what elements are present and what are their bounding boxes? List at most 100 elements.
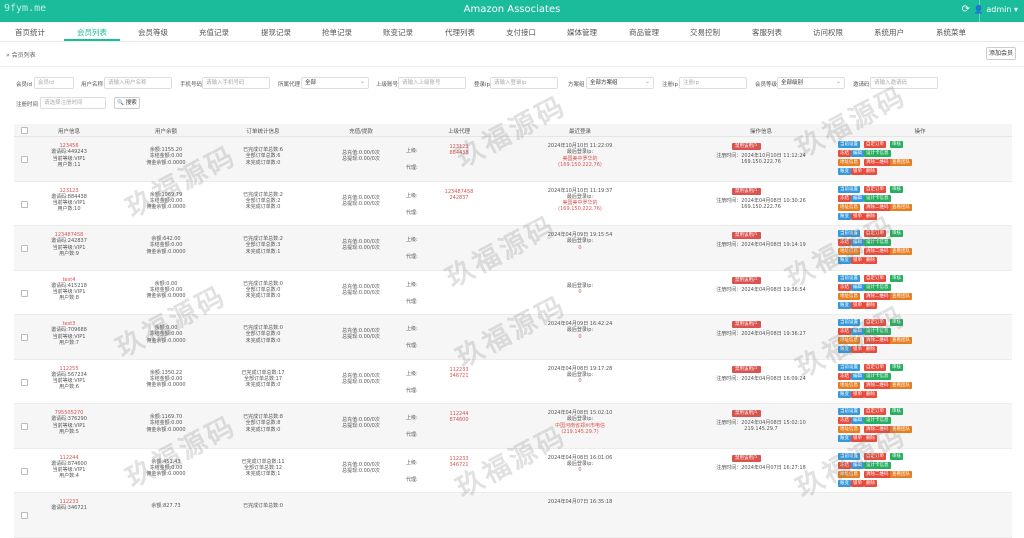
nav-tab-11[interactable]: 交易控制 xyxy=(690,27,720,38)
action-button[interactable]: 当前设置 xyxy=(838,141,860,148)
action-button[interactable]: 账变 xyxy=(838,212,851,220)
action-button[interactable]: 当前设置 xyxy=(838,230,860,237)
action-button[interactable]: 账变 xyxy=(838,390,851,398)
action-button[interactable]: 锁单 xyxy=(851,346,864,353)
action-button[interactable]: 冻结 xyxy=(838,372,851,380)
action-button[interactable]: 设计卡信息 xyxy=(864,194,891,202)
action-button[interactable]: 自定订单 xyxy=(864,452,886,460)
disable-user-button[interactable]: 禁用该用户 xyxy=(732,187,761,195)
action-button[interactable]: 设计卡信息 xyxy=(864,150,891,157)
action-button[interactable]: 删除 xyxy=(864,257,877,264)
action-button[interactable]: 冻结 xyxy=(838,150,851,157)
action-button[interactable]: 查看团队 xyxy=(890,159,912,166)
action-button[interactable]: 审核 xyxy=(890,408,903,415)
action-button[interactable]: 地址信息 xyxy=(838,292,860,300)
username-input[interactable]: 请输入用户名称 xyxy=(104,77,172,89)
action-button[interactable]: 账变 xyxy=(838,346,851,353)
action-button[interactable]: 清除二维码 xyxy=(864,470,891,478)
action-button[interactable]: 当前设置 xyxy=(838,319,860,326)
account-id-input[interactable]: 会员id xyxy=(34,77,74,89)
action-button[interactable]: 自定订单 xyxy=(864,274,886,282)
row-checkbox[interactable] xyxy=(21,245,28,252)
action-button[interactable]: 删除 xyxy=(864,479,877,487)
action-button[interactable]: 查看团队 xyxy=(890,292,912,300)
disable-user-button[interactable]: 禁用该用户 xyxy=(732,232,761,239)
action-button[interactable]: 审核 xyxy=(890,230,903,237)
user-menu[interactable]: 👤 admin ▾ xyxy=(974,5,1018,14)
action-button[interactable]: 自定订单 xyxy=(864,408,886,415)
action-button[interactable]: 自定订单 xyxy=(864,141,886,148)
action-button[interactable]: 查看团队 xyxy=(890,426,912,433)
action-button[interactable]: 账变 xyxy=(838,435,851,442)
nav-tab-13[interactable]: 访问权限 xyxy=(813,27,843,38)
action-button[interactable]: 账变 xyxy=(838,168,851,175)
action-button[interactable]: 编辑 xyxy=(851,417,864,424)
action-button[interactable]: 审核 xyxy=(890,274,903,282)
action-button[interactable]: 删除 xyxy=(864,301,877,309)
action-button[interactable]: 设计卡信息 xyxy=(864,328,891,335)
invite-code-input[interactable]: 请输入邀请码 xyxy=(870,77,938,89)
action-button[interactable]: 锁单 xyxy=(851,257,864,264)
action-button[interactable]: 地址信息 xyxy=(838,381,860,389)
nav-tab-1[interactable]: 会员列表 xyxy=(77,27,107,38)
action-button[interactable]: 删除 xyxy=(864,390,877,398)
member-level-select[interactable]: 全部级别 xyxy=(777,77,845,89)
action-button[interactable]: 编辑 xyxy=(851,328,864,335)
nav-tab-10[interactable]: 商品管理 xyxy=(629,27,659,38)
nav-tab-0[interactable]: 首页统计 xyxy=(15,27,45,38)
row-checkbox[interactable] xyxy=(21,289,28,297)
action-button[interactable]: 当前设置 xyxy=(838,408,860,415)
nav-tab-6[interactable]: 账变记录 xyxy=(383,27,413,38)
nav-tab-7[interactable]: 代理列表 xyxy=(445,27,475,38)
action-button[interactable]: 设计卡信息 xyxy=(864,461,891,469)
nav-tab-9[interactable]: 媒体管理 xyxy=(567,27,597,38)
disable-user-button[interactable]: 禁用该用户 xyxy=(732,276,761,284)
action-button[interactable]: 账变 xyxy=(838,301,851,309)
phone-input[interactable]: 请输入手机号码 xyxy=(202,77,270,89)
nav-tab-15[interactable]: 系统菜单 xyxy=(936,27,966,38)
action-button[interactable]: 清除二维码 xyxy=(864,159,891,166)
disable-user-button[interactable]: 禁用该用户 xyxy=(732,143,761,150)
superior-input[interactable]: 请输入上级账号 xyxy=(398,77,466,89)
disable-user-button[interactable]: 禁用该用户 xyxy=(732,321,761,328)
action-button[interactable]: 地址信息 xyxy=(838,159,860,166)
action-button[interactable]: 锁单 xyxy=(851,479,864,487)
row-checkbox[interactable] xyxy=(21,467,28,475)
row-checkbox[interactable] xyxy=(21,156,28,163)
action-button[interactable]: 自定订单 xyxy=(864,230,886,237)
nav-tab-14[interactable]: 系统用户 xyxy=(874,27,904,38)
nav-tab-2[interactable]: 会员等级 xyxy=(138,27,168,38)
register-ip-input[interactable]: 注册ip xyxy=(679,77,747,89)
action-button[interactable]: 当前设置 xyxy=(838,363,860,371)
action-button[interactable]: 当前设置 xyxy=(838,185,860,193)
row-checkbox[interactable] xyxy=(21,334,28,341)
action-button[interactable]: 清除二维码 xyxy=(864,426,891,433)
action-button[interactable]: 查看团队 xyxy=(890,470,912,478)
disable-user-button[interactable]: 禁用该用户 xyxy=(732,454,761,462)
agent-select[interactable]: 全部 xyxy=(301,77,369,89)
action-button[interactable]: 删除 xyxy=(864,346,877,353)
row-checkbox[interactable] xyxy=(21,378,28,386)
action-button[interactable]: 设计卡信息 xyxy=(864,239,891,246)
action-button[interactable]: 自定订单 xyxy=(864,319,886,326)
nav-tab-5[interactable]: 抢单记录 xyxy=(322,27,352,38)
action-button[interactable]: 冻结 xyxy=(838,194,851,202)
action-button[interactable]: 地址信息 xyxy=(838,203,860,211)
action-button[interactable]: 查看团队 xyxy=(890,203,912,211)
row-checkbox[interactable] xyxy=(21,423,28,430)
action-button[interactable]: 编辑 xyxy=(851,461,864,469)
add-member-button[interactable]: 添加会员 xyxy=(986,47,1016,60)
search-button[interactable]: 🔍 搜索 xyxy=(114,97,140,109)
action-button[interactable]: 设计卡信息 xyxy=(864,372,891,380)
action-button[interactable]: 当前设置 xyxy=(838,274,860,282)
action-button[interactable]: 审核 xyxy=(890,185,903,193)
action-button[interactable]: 审核 xyxy=(890,319,903,326)
action-button[interactable]: 锁单 xyxy=(851,168,864,175)
action-button[interactable]: 地址信息 xyxy=(838,248,860,255)
action-button[interactable]: 审核 xyxy=(890,141,903,148)
refresh-icon[interactable]: ⟳ xyxy=(962,4,970,15)
action-button[interactable]: 锁单 xyxy=(851,390,864,398)
action-button[interactable]: 编辑 xyxy=(851,239,864,246)
action-button[interactable]: 编辑 xyxy=(851,283,864,291)
action-button[interactable]: 清除二维码 xyxy=(864,203,891,211)
